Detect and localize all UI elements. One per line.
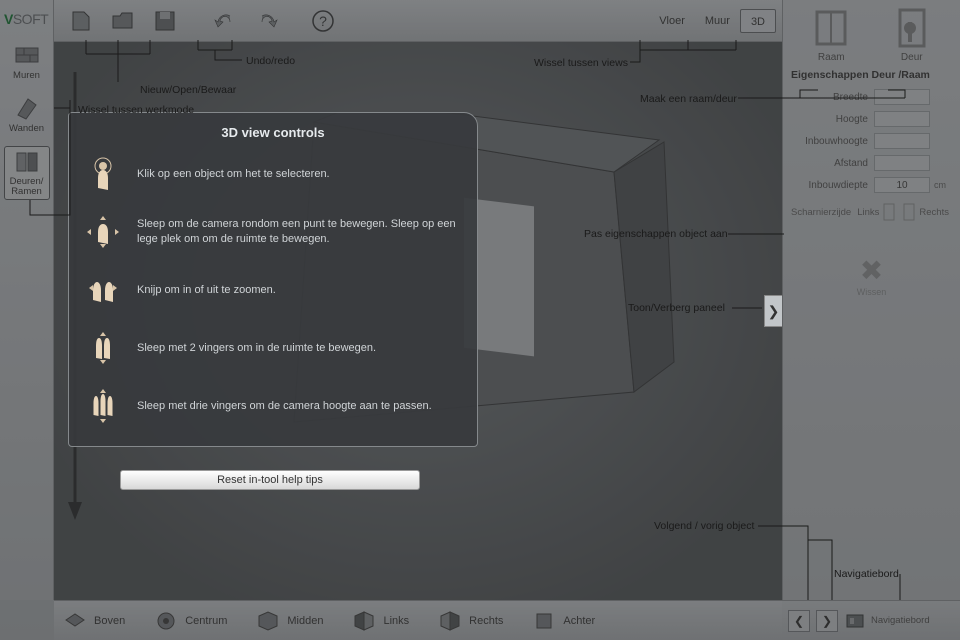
help-text: Klik op een object om het te selecteren. [137, 167, 330, 182]
delete-label: Wissen [791, 287, 952, 297]
cube-mid-icon [255, 610, 281, 632]
help-text: Knijp om in of uit te zoomen. [137, 283, 276, 298]
add-raam-button[interactable]: Raam [803, 6, 859, 63]
help-text: Sleep met drie vingers om de camera hoog… [137, 399, 432, 414]
left-toolbar: VSOFT Muren Wanden Deuren/ Ramen [0, 0, 54, 600]
undo-button[interactable] [208, 4, 242, 38]
camview-centrum[interactable]: Centrum [153, 610, 227, 632]
cube-back-icon [531, 610, 557, 632]
app-root: VSOFT Muren Wanden Deuren/ Ramen [0, 0, 960, 640]
tool-wanden[interactable]: Wanden [4, 93, 50, 136]
nav-prev-button[interactable]: ❮ [788, 610, 810, 632]
save-button[interactable] [148, 4, 182, 38]
close-icon: ✖ [791, 257, 952, 285]
help-title: 3D view controls [83, 125, 463, 140]
help-text: Sleep met 2 vingers om in de ruimte te b… [137, 341, 376, 356]
tool-label: Muren [6, 70, 48, 81]
prop-label-hoogte: Hoogte [836, 114, 868, 125]
prop-input-afstand[interactable] [874, 155, 930, 171]
prop-label-breedte: Breedte [833, 92, 868, 103]
add-deur-button[interactable]: Deur [884, 6, 940, 63]
hinge-left-icon[interactable] [883, 203, 895, 221]
cube-top-icon [62, 610, 88, 632]
gesture-three-finger-icon [83, 386, 123, 426]
prop-label-inbouwhoogte: Inbouwhoogte [805, 136, 868, 147]
camview-label: Centrum [185, 615, 227, 627]
prop-input-inbouwdiepte[interactable] [874, 177, 930, 193]
camview-midden[interactable]: Midden [255, 610, 323, 632]
camview-label: Rechts [469, 615, 503, 627]
nav-next-button[interactable]: ❯ [816, 610, 838, 632]
hinge-right-label: Rechts [919, 207, 949, 218]
camera-views-bar: Boven Centrum Midden Links Rechts Achter [54, 600, 782, 640]
view-tab-vloer[interactable]: Vloer [649, 9, 695, 33]
camview-links[interactable]: Links [351, 610, 409, 632]
door-window-icon [12, 149, 42, 175]
navboard-icon[interactable] [844, 610, 866, 632]
help-text: Sleep om de camera rondom een punt te be… [137, 217, 463, 247]
camview-label: Midden [287, 615, 323, 627]
svg-text:?: ? [319, 13, 327, 29]
camview-achter[interactable]: Achter [531, 610, 595, 632]
gesture-two-finger-icon [83, 328, 123, 368]
camview-label: Links [383, 615, 409, 627]
camview-rechts[interactable]: Rechts [437, 610, 503, 632]
redo-button[interactable] [250, 4, 284, 38]
prop-input-hoogte[interactable] [874, 111, 930, 127]
tool-deuren-ramen[interactable]: Deuren/ Ramen [4, 146, 50, 200]
help-button[interactable]: ? [306, 4, 340, 38]
props-header: Eigenschappen Deur /Raam [791, 69, 952, 81]
prop-label-afstand: Afstand [834, 158, 868, 169]
prop-label-inbouwdiepte: Inbouwdiepte [809, 180, 869, 191]
reset-help-button[interactable]: Reset in-tool help tips [120, 470, 420, 490]
element-label: Raam [803, 52, 859, 63]
view-tab-3d[interactable]: 3D [740, 9, 776, 33]
gesture-pinch-icon [83, 270, 123, 310]
tool-label: Wanden [6, 123, 48, 134]
gesture-tap-icon [83, 154, 123, 194]
help-overlay: 3D view controls Klik op een object om h… [68, 112, 478, 447]
new-button[interactable] [64, 4, 98, 38]
wall-icon [12, 42, 42, 68]
app-logo: VSOFT [4, 6, 49, 32]
camview-label: Boven [94, 615, 125, 627]
camview-boven[interactable]: Boven [62, 610, 125, 632]
element-label: Deur [884, 52, 940, 63]
cube-left-icon [351, 610, 377, 632]
view-tab-muur[interactable]: Muur [695, 9, 740, 33]
tool-label: Deuren/ Ramen [7, 177, 47, 197]
gesture-drag-icon [83, 212, 123, 252]
hinge-right-icon[interactable] [903, 203, 915, 221]
cube-right-icon [437, 610, 463, 632]
prop-input-breedte[interactable] [874, 89, 930, 105]
properties-panel: Raam Deur Eigenschappen Deur /Raam Breed… [782, 0, 960, 640]
hinge-left-label: Links [857, 207, 879, 218]
partition-icon [12, 95, 42, 121]
cube-center-icon [153, 610, 179, 632]
prop-input-inbouwhoogte[interactable] [874, 133, 930, 149]
camview-label: Achter [563, 615, 595, 627]
door-icon [890, 6, 934, 50]
window-icon [809, 6, 853, 50]
delete-button[interactable]: ✖ Wissen [791, 257, 952, 297]
open-button[interactable] [106, 4, 140, 38]
navigation-bar: ❮ ❯ Navigatiebord [782, 600, 960, 640]
hinge-label: Scharnierzijde [791, 207, 851, 218]
tool-muren[interactable]: Muren [4, 40, 50, 83]
panel-collapse-handle[interactable]: ❯ [764, 295, 782, 327]
top-toolbar: ? Vloer Muur 3D [54, 0, 782, 42]
nav-label: Navigatiebord [871, 615, 930, 626]
